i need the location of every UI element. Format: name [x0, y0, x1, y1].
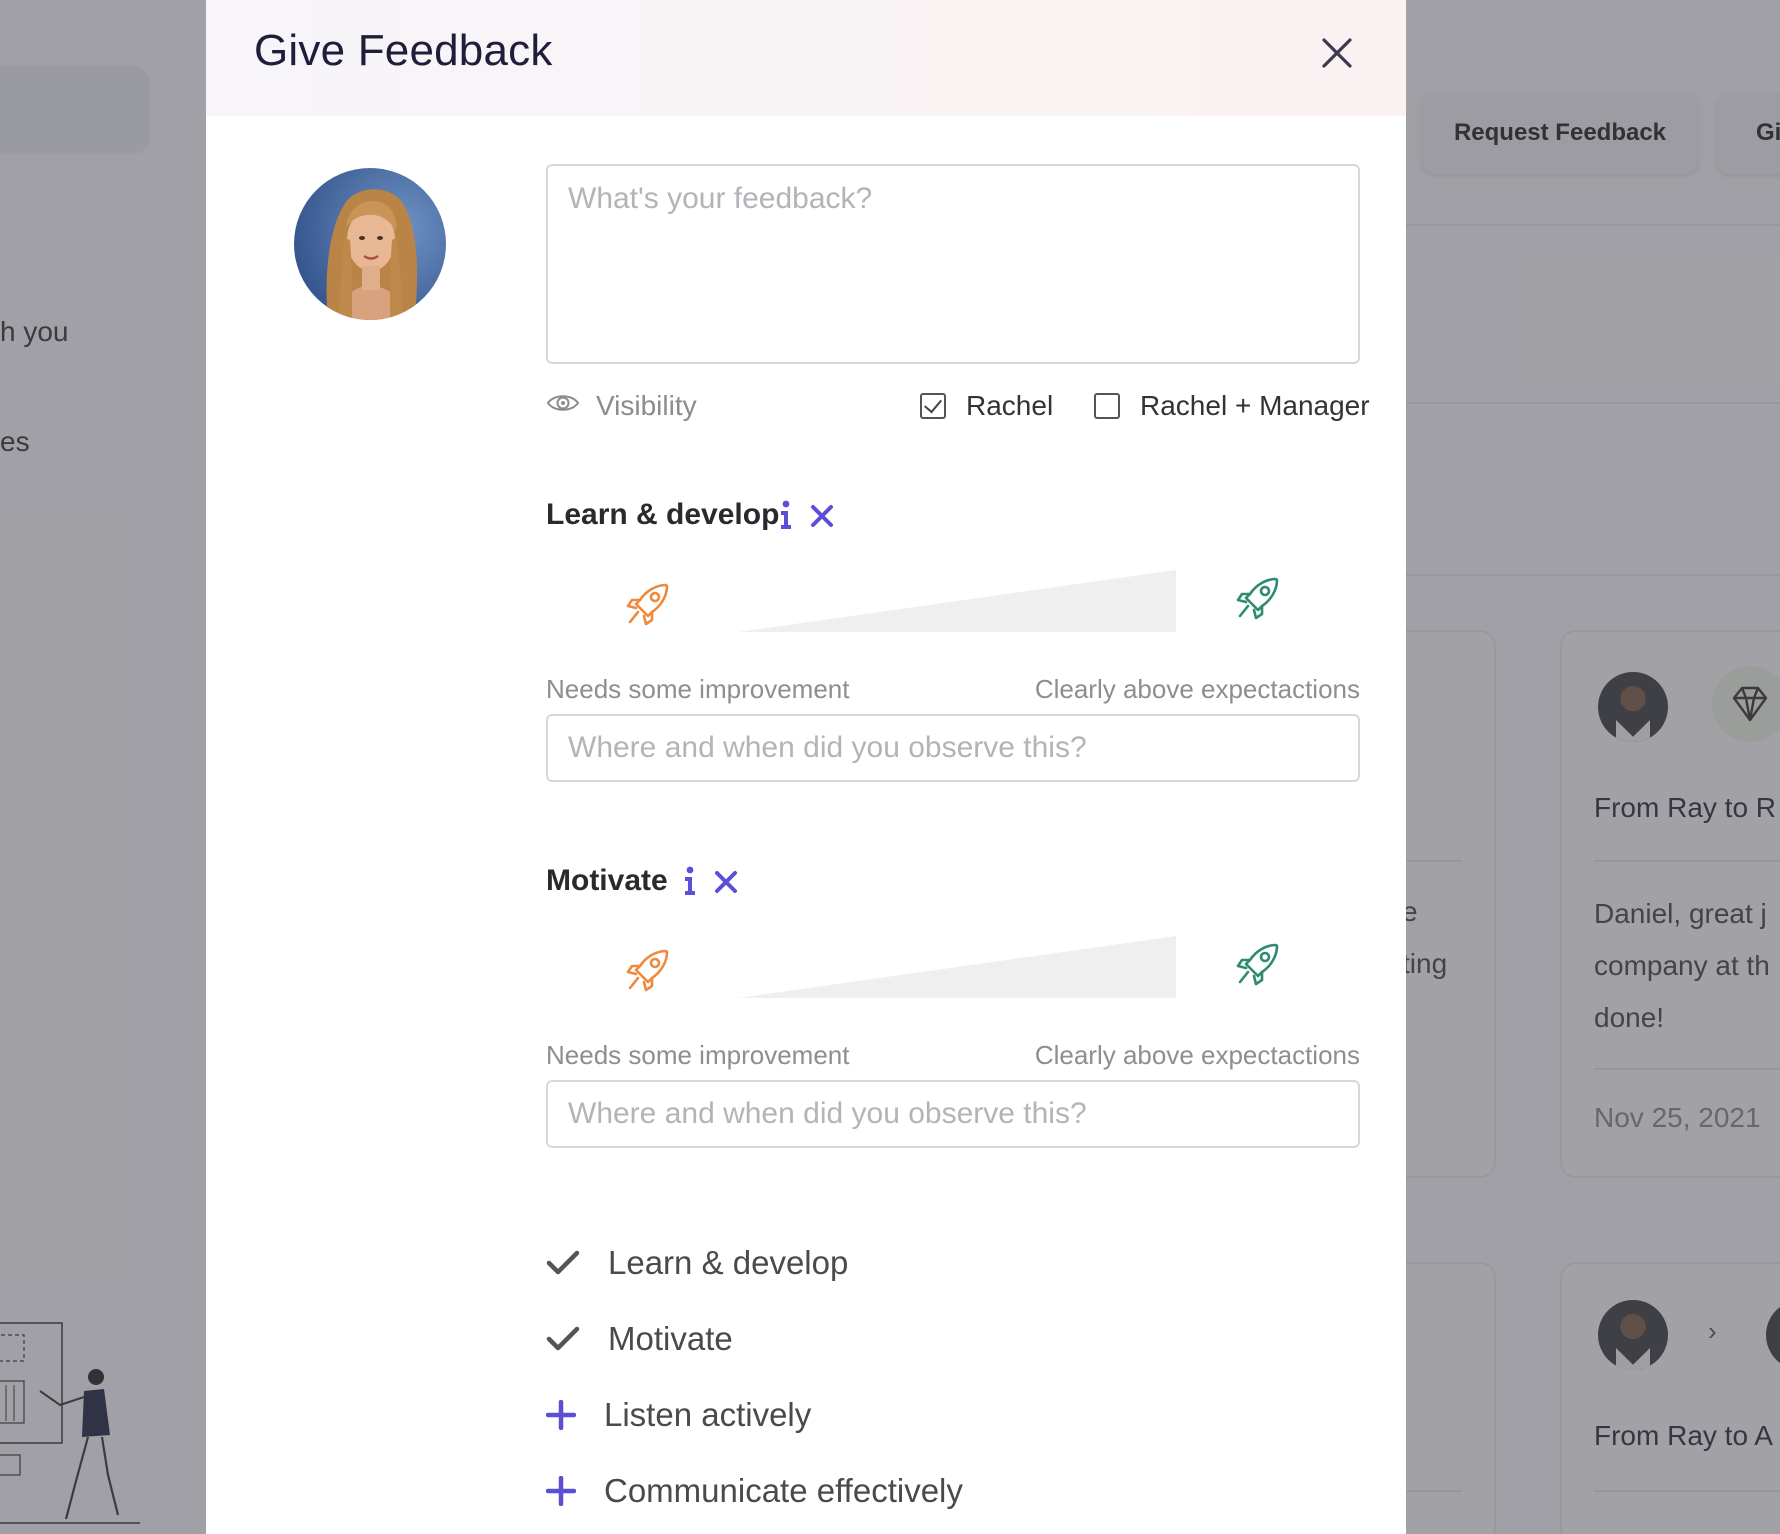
competency-label: Listen actively	[604, 1396, 812, 1433]
scale-low-label: Needs some improvement	[546, 1040, 850, 1070]
scale-high-label: Clearly above expectactions	[1034, 1040, 1360, 1070]
rocket-high-icon[interactable]	[1236, 940, 1282, 986]
scale-high-label: Clearly above expectactions	[1034, 674, 1360, 704]
feedback-textarea[interactable]	[546, 164, 1360, 364]
visibility-option-label: Rachel + Manager	[1140, 390, 1370, 421]
remove-x-icon[interactable]	[714, 870, 738, 894]
competency-communicate-effectively[interactable]: Communicate effectively	[546, 1466, 963, 1516]
scale-low-label: Needs some improvement	[546, 674, 850, 704]
rating-slider[interactable]	[738, 936, 1176, 998]
eye-icon	[546, 395, 580, 411]
rocket-high-icon[interactable]	[1236, 574, 1282, 620]
competency-label: Motivate	[608, 1320, 733, 1357]
modal-title: Give Feedback	[254, 26, 553, 75]
observation-input-motivate[interactable]	[546, 1080, 1360, 1148]
plus-icon	[546, 1400, 586, 1430]
info-icon[interactable]	[682, 866, 698, 896]
rating-slider[interactable]	[738, 570, 1176, 632]
competency-listen-actively[interactable]: Listen actively	[546, 1390, 811, 1440]
section-title-motivate: Motivate	[546, 864, 668, 897]
checkbox-unchecked-icon[interactable]	[1094, 393, 1120, 419]
plus-icon	[546, 1476, 586, 1506]
visibility-option-rachel-manager[interactable]: Rachel + Manager	[1094, 390, 1370, 422]
recipient-avatar	[294, 168, 446, 320]
competency-label: Learn & develop	[608, 1244, 849, 1281]
observation-input-learn-develop[interactable]	[546, 714, 1360, 782]
remove-x-icon[interactable]	[810, 504, 834, 528]
close-icon[interactable]	[1314, 30, 1360, 76]
check-icon	[546, 1326, 586, 1352]
visibility-label: Visibility	[596, 390, 697, 421]
info-icon[interactable]	[778, 500, 794, 530]
visibility-row: Visibility Rachel Rachel + Manager	[546, 384, 1370, 428]
visibility-option-rachel[interactable]: Rachel	[920, 390, 1053, 422]
competency-learn-develop[interactable]: Learn & develop	[546, 1238, 848, 1288]
checkbox-checked-icon[interactable]	[920, 393, 946, 419]
modal-header: Give Feedback	[206, 0, 1406, 116]
visibility-option-label: Rachel	[966, 390, 1054, 421]
rocket-low-icon[interactable]	[626, 946, 672, 992]
check-icon	[546, 1250, 586, 1276]
rating-scale-learn-develop[interactable]	[546, 570, 1360, 650]
section-title-learn-develop: Learn & develop	[546, 498, 780, 531]
rating-scale-motivate[interactable]	[546, 936, 1360, 1016]
give-feedback-modal: Give Feedback Visibility	[206, 0, 1406, 1534]
competency-label: Communicate effectively	[604, 1472, 963, 1509]
competency-motivate[interactable]: Motivate	[546, 1314, 733, 1364]
rocket-low-icon[interactable]	[626, 580, 672, 626]
